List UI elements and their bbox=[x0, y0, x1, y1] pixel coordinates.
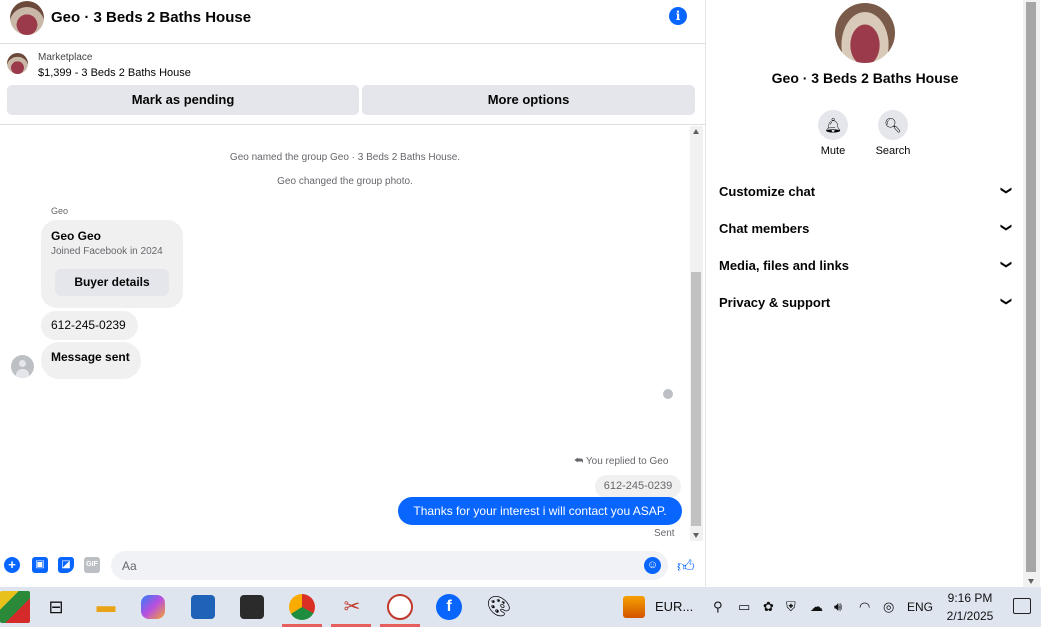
chevron-down-icon: ❯ bbox=[999, 185, 1012, 196]
marketplace-listing: Marketplace $1,399 - 3 Beds 2 Baths Hous… bbox=[0, 45, 706, 125]
message-composer: + ▣ ◪ GIF ☺ 👍︎ bbox=[0, 545, 706, 585]
chrome-icon[interactable] bbox=[289, 594, 315, 620]
sticker-icon[interactable]: ◪ bbox=[58, 557, 74, 573]
currency-widget-label[interactable]: EUR... bbox=[655, 599, 693, 614]
vpn-icon[interactable]: ◎ bbox=[883, 599, 894, 615]
clock-date[interactable]: 2/1/2025 bbox=[945, 609, 995, 623]
facebook-icon[interactable]: f bbox=[436, 594, 462, 620]
battery-icon[interactable]: ▭ bbox=[738, 599, 750, 615]
group-photo[interactable] bbox=[835, 3, 895, 63]
system-message: Geo named the group Geo · 3 Beds 2 Baths… bbox=[229, 152, 461, 163]
emoji-icon[interactable]: ☺ bbox=[644, 557, 661, 574]
buyer-name: Geo Geo bbox=[51, 229, 102, 243]
volume-icon[interactable]: 🔊︎ bbox=[834, 599, 842, 615]
chat-header: Geo · 3 Beds 2 Baths House i bbox=[0, 0, 706, 44]
location-icon[interactable]: ⚲ bbox=[713, 599, 723, 615]
mark-as-pending-button[interactable]: Mark as pending bbox=[7, 85, 359, 115]
bell-icon[interactable]: 🔔︎ bbox=[818, 110, 848, 140]
section-label: Chat members bbox=[719, 221, 810, 236]
security-icon[interactable]: ⛨ bbox=[786, 599, 796, 615]
listing-price-title[interactable]: $1,399 - 3 Beds 2 Baths House bbox=[38, 67, 191, 79]
snipping-tool-icon[interactable]: ✂ bbox=[338, 593, 366, 621]
buyer-joined: Joined Facebook in 2024 bbox=[51, 246, 163, 257]
scroll-down-arrow-icon[interactable] bbox=[1028, 579, 1034, 584]
section-label: Media, files and links bbox=[719, 258, 850, 273]
group-avatar[interactable] bbox=[10, 1, 44, 35]
sticky-notes-icon[interactable] bbox=[240, 595, 264, 619]
seen-indicator-avatar bbox=[663, 389, 673, 399]
photo-icon[interactable]: ▣ bbox=[32, 557, 48, 573]
gif-icon[interactable]: GIF bbox=[84, 557, 100, 573]
info-icon[interactable]: i bbox=[669, 7, 687, 25]
section-label: Customize chat bbox=[719, 184, 816, 199]
taskbar: ⊟ ▬ ✂ f 🎨︎ EUR... ⚲ ▭ ✿ ⛨ ☁ 🔊︎ ◠ ◎ ENG 9… bbox=[0, 587, 1041, 627]
sender-name: Geo bbox=[51, 206, 69, 216]
system-message: Geo changed the group photo. bbox=[277, 176, 413, 187]
message-list: Geo named the group Geo · 3 Beds 2 Baths… bbox=[0, 126, 690, 541]
chat-scrollbar-thumb[interactable] bbox=[691, 272, 701, 526]
section-media-files-links[interactable]: Media, files and links ❯ bbox=[719, 258, 1012, 282]
onedrive-icon[interactable]: ☁ bbox=[810, 599, 823, 615]
info-title: Geo · 3 Beds 2 Baths House bbox=[771, 70, 959, 86]
copilot-icon[interactable] bbox=[141, 595, 165, 619]
search-label[interactable]: Search bbox=[863, 145, 923, 157]
microsoft-store-icon[interactable] bbox=[191, 595, 215, 619]
scroll-down-arrow-icon[interactable] bbox=[693, 533, 699, 538]
chrome-profile-icon[interactable] bbox=[387, 594, 413, 620]
incoming-message[interactable]: 612-245-0239 bbox=[41, 311, 138, 340]
chevron-down-icon: ❯ bbox=[999, 222, 1012, 233]
paint-icon[interactable]: 🎨︎ bbox=[485, 593, 513, 621]
app-tray-icon[interactable]: ✿ bbox=[763, 599, 774, 615]
page-scrollbar[interactable] bbox=[1023, 0, 1040, 587]
chat-title[interactable]: Geo · 3 Beds 2 Baths House bbox=[51, 9, 251, 26]
chat-pane: Geo · 3 Beds 2 Baths House i Marketplace… bbox=[0, 0, 706, 587]
page-scrollbar-thumb[interactable] bbox=[1026, 2, 1036, 572]
chat-info-pane: Geo · 3 Beds 2 Baths House 🔔︎ 🔍︎ Mute Se… bbox=[707, 0, 1023, 587]
currency-widget-icon[interactable] bbox=[623, 596, 645, 618]
chevron-down-icon: ❯ bbox=[999, 259, 1012, 270]
task-view-icon[interactable]: ⊟ bbox=[42, 593, 70, 621]
section-chat-members[interactable]: Chat members ❯ bbox=[719, 221, 1012, 245]
chat-scrollbar[interactable] bbox=[690, 126, 703, 541]
more-options-button[interactable]: More options bbox=[362, 85, 695, 115]
message-status: Sent bbox=[654, 528, 675, 539]
thumbs-up-icon[interactable]: 👍︎ bbox=[677, 556, 695, 577]
reply-label: You replied to Geo bbox=[585, 456, 669, 467]
section-label: Privacy & support bbox=[719, 295, 831, 310]
sender-avatar[interactable] bbox=[11, 355, 34, 378]
outgoing-message[interactable]: Thanks for your interest i will contact … bbox=[398, 497, 682, 525]
section-customize-chat[interactable]: Customize chat ❯ bbox=[719, 184, 1012, 208]
listing-source: Marketplace bbox=[38, 52, 93, 63]
buyer-card: Geo Geo Joined Facebook in 2024 Buyer de… bbox=[41, 220, 183, 308]
listing-thumbnail[interactable] bbox=[7, 53, 28, 74]
search-icon[interactable]: 🔍︎ bbox=[878, 110, 908, 140]
message-input[interactable] bbox=[111, 551, 668, 580]
incoming-message[interactable]: Message sent bbox=[41, 342, 141, 379]
scroll-up-arrow-icon[interactable] bbox=[693, 129, 699, 134]
chevron-down-icon: ❯ bbox=[999, 296, 1012, 307]
wifi-icon[interactable]: ◠ bbox=[859, 599, 870, 615]
start-icon[interactable] bbox=[0, 591, 30, 623]
quoted-message[interactable]: 612-245-0239 bbox=[595, 475, 681, 498]
notification-icon[interactable] bbox=[1013, 598, 1031, 614]
clock-time[interactable]: 9:16 PM bbox=[945, 591, 995, 605]
mute-label[interactable]: Mute bbox=[803, 145, 863, 157]
reply-indicator: ⮪ You replied to Geo bbox=[574, 456, 668, 467]
language-indicator[interactable]: ENG bbox=[907, 600, 933, 614]
reply-arrow-icon: ⮪ bbox=[574, 456, 586, 467]
plus-icon[interactable]: + bbox=[4, 557, 20, 573]
file-explorer-icon[interactable]: ▬ bbox=[92, 593, 120, 621]
buyer-details-button[interactable]: Buyer details bbox=[55, 269, 169, 296]
section-privacy-support[interactable]: Privacy & support ❯ bbox=[719, 295, 1012, 319]
